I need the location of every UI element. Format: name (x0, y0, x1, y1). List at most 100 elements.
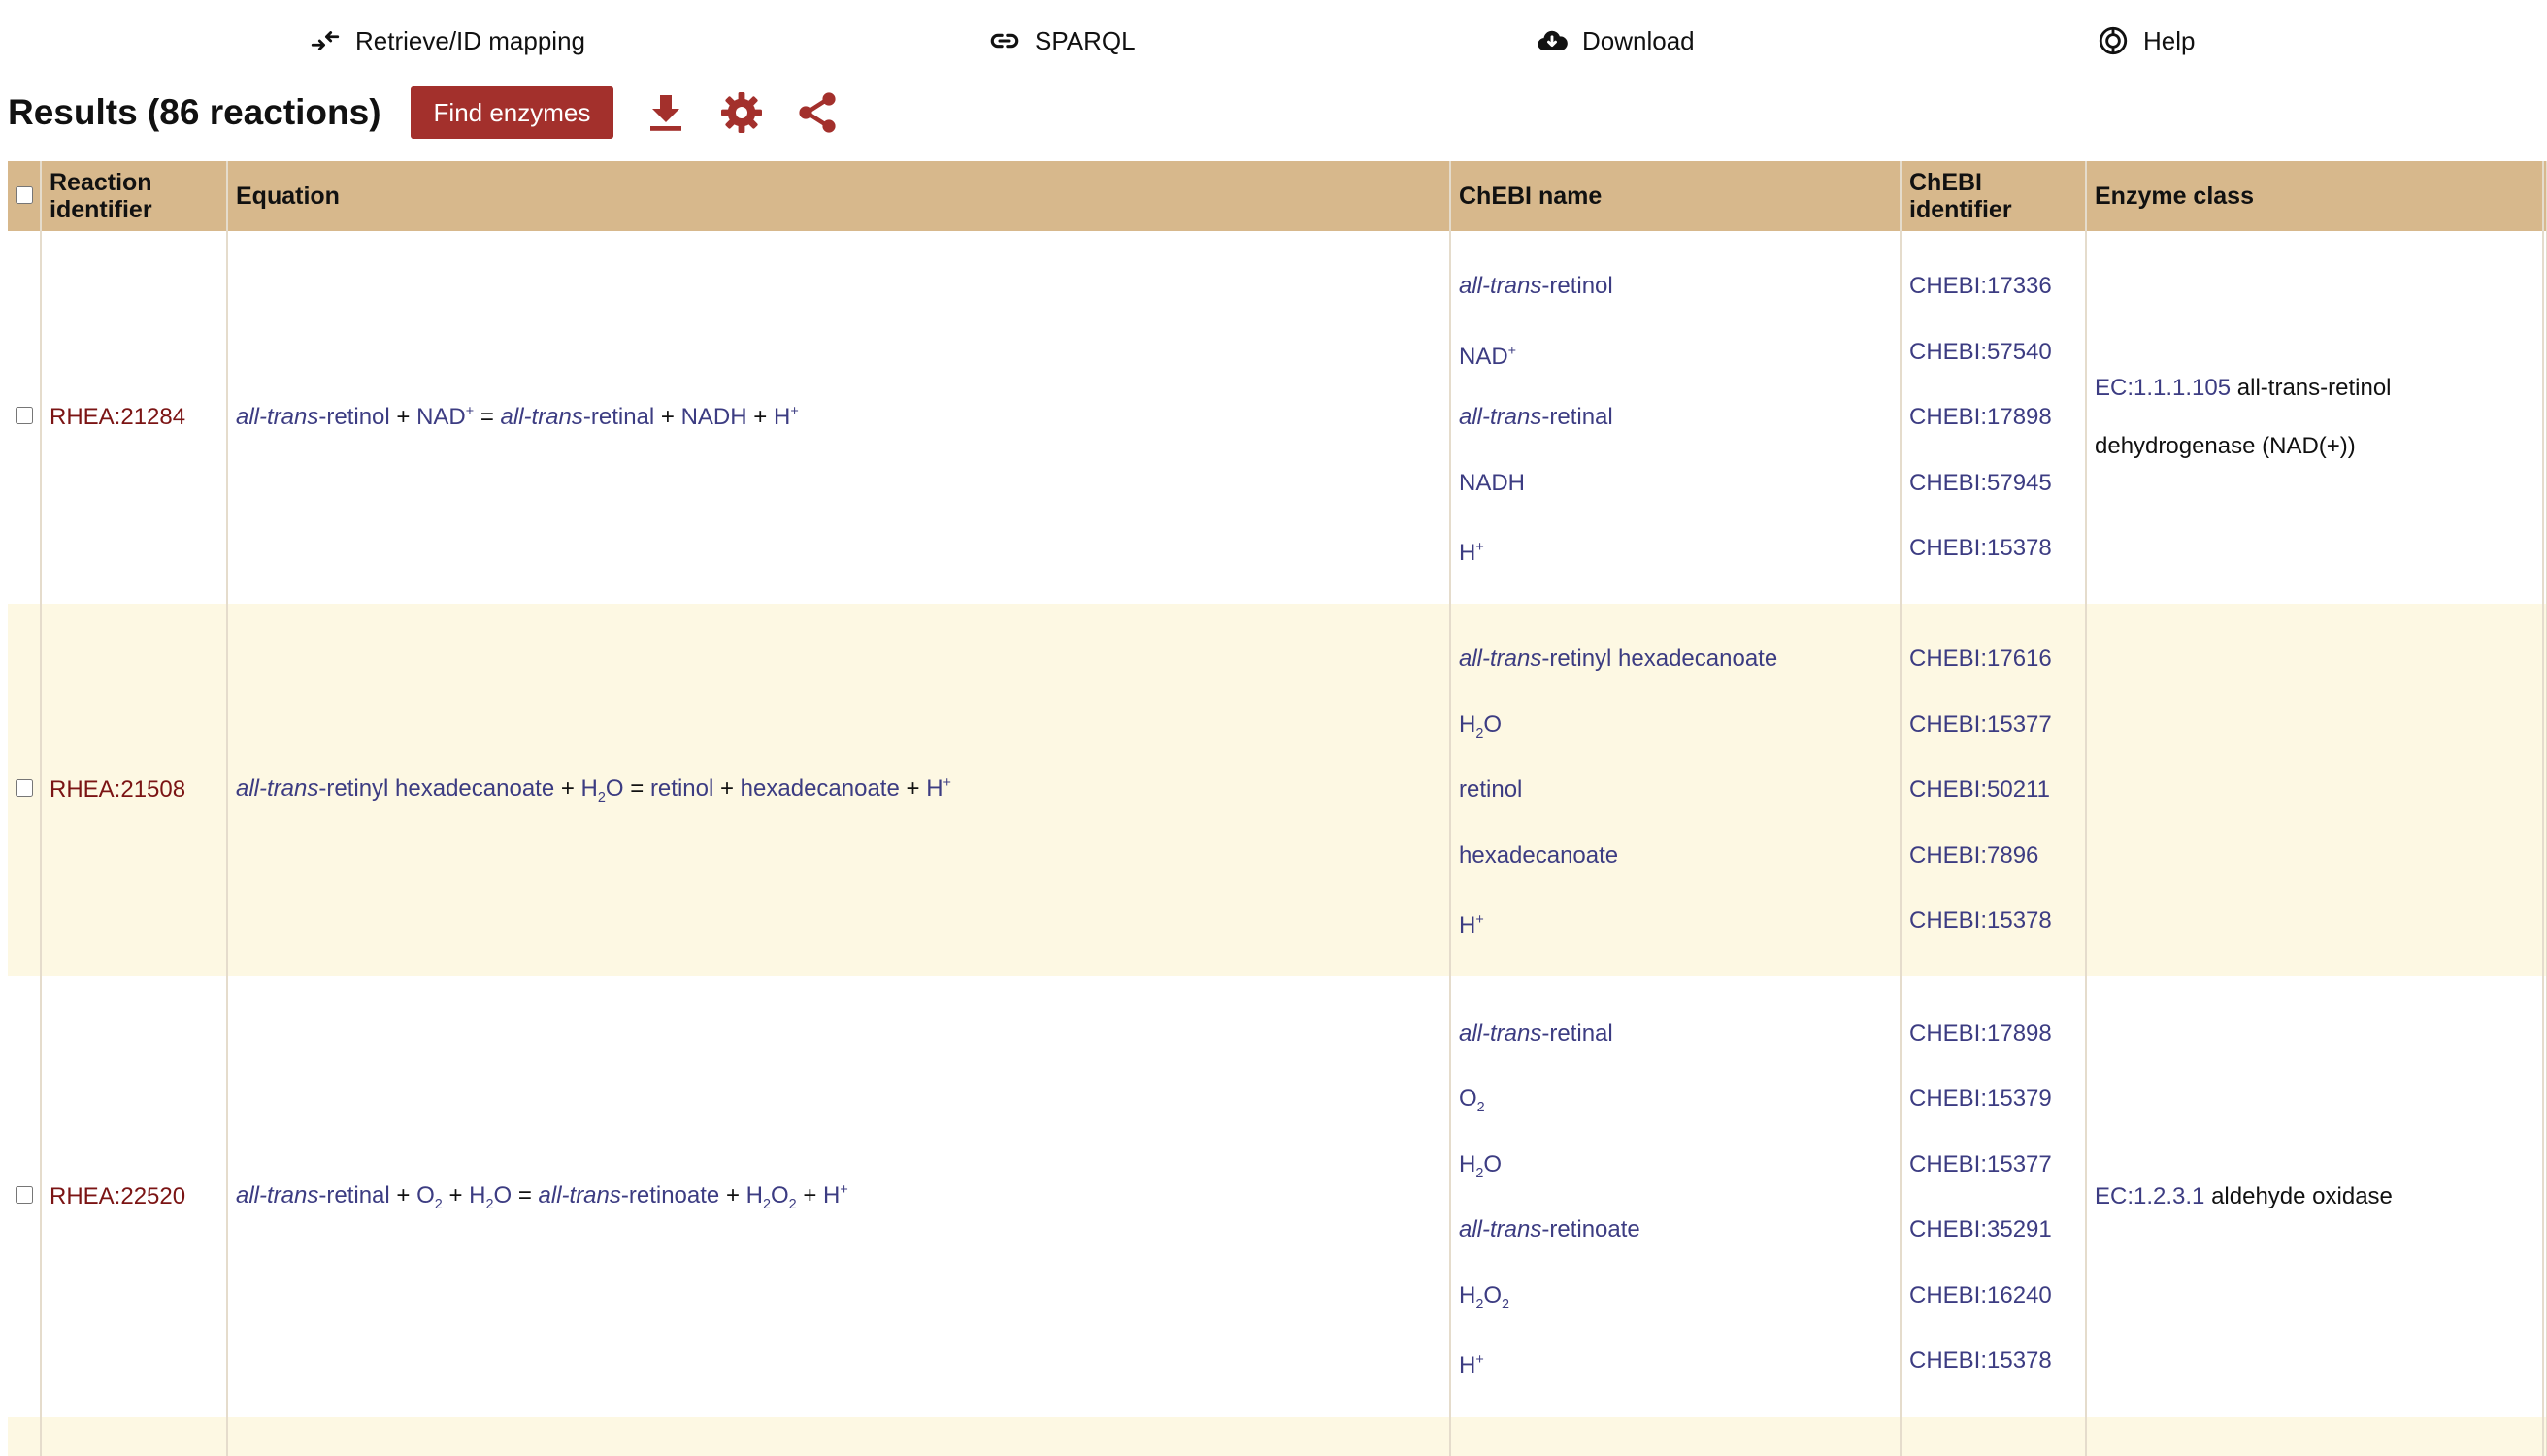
row-checkbox[interactable] (15, 1186, 33, 1204)
compound-link[interactable]: all-trans-retinal (501, 404, 655, 430)
nav-sparql[interactable]: SPARQL (988, 21, 1136, 60)
ec-link[interactable]: EC:1.1.1.105 (2095, 375, 2231, 401)
chebi-name-link[interactable]: NADH (1459, 470, 1525, 496)
chebi-name-link[interactable]: all-trans-retinal (1459, 1020, 1613, 1046)
compound-link[interactable]: H2O (469, 1182, 512, 1212)
equals-sign: = (517, 1181, 532, 1208)
charge: + (465, 404, 475, 419)
chebi-id-link[interactable]: CHEBI:57540 (1909, 339, 2052, 365)
header-enzyme-class[interactable]: Enzyme class (2086, 161, 2544, 231)
chebi-id-link[interactable]: CHEBI:35291 (1909, 1216, 2052, 1242)
subscript: 2 (597, 789, 606, 806)
chebi-id-link[interactable]: CHEBI:15378 (1909, 908, 2052, 934)
nav-retrieve-id-mapping[interactable]: Retrieve/ID mapping (309, 21, 585, 60)
select-all-checkbox[interactable] (15, 186, 33, 204)
rhea-link[interactable]: RHEA:21284 (50, 404, 185, 430)
chebi-id-link[interactable]: CHEBI:57945 (1909, 470, 2052, 496)
compound-link[interactable]: H+ (926, 776, 951, 802)
chebi-name-link[interactable]: H+ (1459, 540, 1484, 566)
row-select-cell (8, 231, 42, 604)
compound-link[interactable]: NADH (681, 404, 747, 430)
chebi-name-link[interactable]: all-trans-retinoate (1459, 1216, 1640, 1242)
chebi-name-link[interactable]: all-trans-retinol (1459, 273, 1613, 299)
compound-name: -retinyl hexadecanoate (1541, 645, 1778, 673)
nav-download[interactable]: Download (1536, 21, 1695, 60)
chebi-name-link[interactable]: H2O2 (1459, 1281, 1509, 1312)
compound-prefix: all-trans (1459, 1019, 1542, 1046)
chebi-id-link[interactable]: CHEBI:17898 (1909, 404, 2052, 430)
chebi-id-link[interactable]: CHEBI:7896 (1909, 843, 2038, 869)
compound-link[interactable]: all-trans-retinal (236, 1182, 390, 1208)
row-checkbox[interactable] (15, 779, 33, 797)
compound-link[interactable]: O2 (416, 1181, 443, 1212)
chebi-id-link[interactable]: CHEBI:16240 (1909, 1282, 2052, 1308)
chebi-id-link[interactable]: CHEBI:15377 (1909, 1151, 2052, 1177)
compound-name: H (580, 775, 598, 802)
chebi-id-link[interactable]: CHEBI:17616 (1909, 645, 2052, 672)
chebi-name-link[interactable]: hexadecanoate (1459, 843, 1618, 869)
gear-icon[interactable] (718, 89, 765, 136)
charge: + (1475, 912, 1484, 929)
nav-help[interactable]: Help (2097, 21, 2195, 60)
ec-link[interactable]: EC:1.2.3.1 (2095, 1183, 2204, 1209)
row-select-cell (8, 604, 42, 976)
chebi-name-link[interactable]: all-trans-retinal (1459, 404, 1613, 430)
charge: + (1475, 1352, 1484, 1368)
nav-retrieve-label: Retrieve/ID mapping (355, 25, 585, 55)
header-chebi-identifier[interactable]: ChEBI identifier (1901, 161, 2087, 231)
compound-link[interactable]: NAD+ (416, 404, 474, 430)
header-reaction-identifier[interactable]: Reaction identifier (41, 161, 228, 231)
chebi-name-link[interactable]: H+ (1459, 1352, 1484, 1378)
plus-sign: + (719, 775, 734, 802)
chebi-id-link[interactable]: CHEBI:15377 (1909, 711, 2052, 738)
compound-name: H (1459, 1281, 1476, 1308)
compound-link[interactable]: H+ (774, 404, 799, 430)
chebi-id-link[interactable]: CHEBI:17898 (1909, 1020, 2052, 1046)
reaction-identifier-cell: RHEA:22520 (41, 976, 228, 1417)
chebi-name-link[interactable]: H2O (1459, 1150, 1502, 1181)
compound-name: -retinol (1541, 273, 1613, 300)
download-icon[interactable] (643, 89, 689, 136)
chebi-id-link[interactable]: CHEBI:15379 (1909, 1085, 2052, 1111)
enzyme-class-cell: EC:1.2.3.1 aldehyde oxidase (2086, 976, 2544, 1417)
row-edge (2543, 604, 2547, 976)
compound-name: H (1459, 1150, 1476, 1177)
chebi-id-link[interactable]: CHEBI:50211 (1909, 777, 2050, 803)
chebi-name-link[interactable]: H2O (1459, 711, 1502, 742)
compound-link[interactable]: retinol (650, 776, 713, 802)
compound-prefix: all-trans (1459, 404, 1542, 431)
rhea-link[interactable]: RHEA:22520 (50, 1183, 185, 1209)
compound-link[interactable]: all-trans-retinoate (539, 1182, 720, 1208)
chebi-id-link[interactable]: CHEBI:15378 (1909, 535, 2052, 561)
compound-link[interactable]: H+ (823, 1182, 848, 1208)
chebi-name-link[interactable]: O2 (1459, 1085, 1485, 1115)
compound-name: O (416, 1181, 435, 1208)
equals-sign: = (480, 404, 494, 430)
find-enzymes-button[interactable]: Find enzymes (410, 86, 614, 139)
compound-name: H (773, 404, 791, 430)
compound-link[interactable]: all-trans-retinol (236, 404, 390, 430)
compound-link[interactable]: H2O (580, 775, 624, 806)
subscript: 2 (434, 1196, 443, 1212)
header-chebi-name[interactable]: ChEBI name (1450, 161, 1902, 231)
compound-link[interactable]: hexadecanoate (741, 776, 900, 802)
compound-name: -retinoate (620, 1181, 720, 1208)
row-edge (2543, 1417, 2547, 1456)
reaction-identifier-cell (41, 1417, 228, 1456)
chebi-name-link[interactable]: NAD+ (1459, 344, 1516, 370)
compound-link[interactable]: H2O2 (746, 1182, 797, 1212)
row-checkbox[interactable] (15, 407, 33, 424)
share-icon[interactable] (794, 89, 841, 136)
rhea-link[interactable]: RHEA:21508 (50, 777, 185, 803)
compound-prefix: all-trans (1459, 645, 1542, 673)
chebi-id-link[interactable]: CHEBI:17336 (1909, 273, 2052, 299)
chebi-name-link[interactable]: all-trans-retinyl hexadecanoate (1459, 645, 1777, 672)
compound-link[interactable]: all-trans-retinyl hexadecanoate (236, 776, 554, 802)
chebi-name-link[interactable]: retinol (1459, 777, 1522, 803)
equation-cell: all-trans-retinol + NAD+ = all-trans-ret… (227, 231, 1451, 604)
results-table: Reaction identifier Equation ChEBI name … (8, 161, 2547, 1456)
chebi-id-link[interactable]: CHEBI:15378 (1909, 1347, 2052, 1373)
header-equation[interactable]: Equation (227, 161, 1451, 231)
chebi-name-link[interactable]: H+ (1459, 912, 1484, 939)
row-edge (2543, 231, 2547, 604)
